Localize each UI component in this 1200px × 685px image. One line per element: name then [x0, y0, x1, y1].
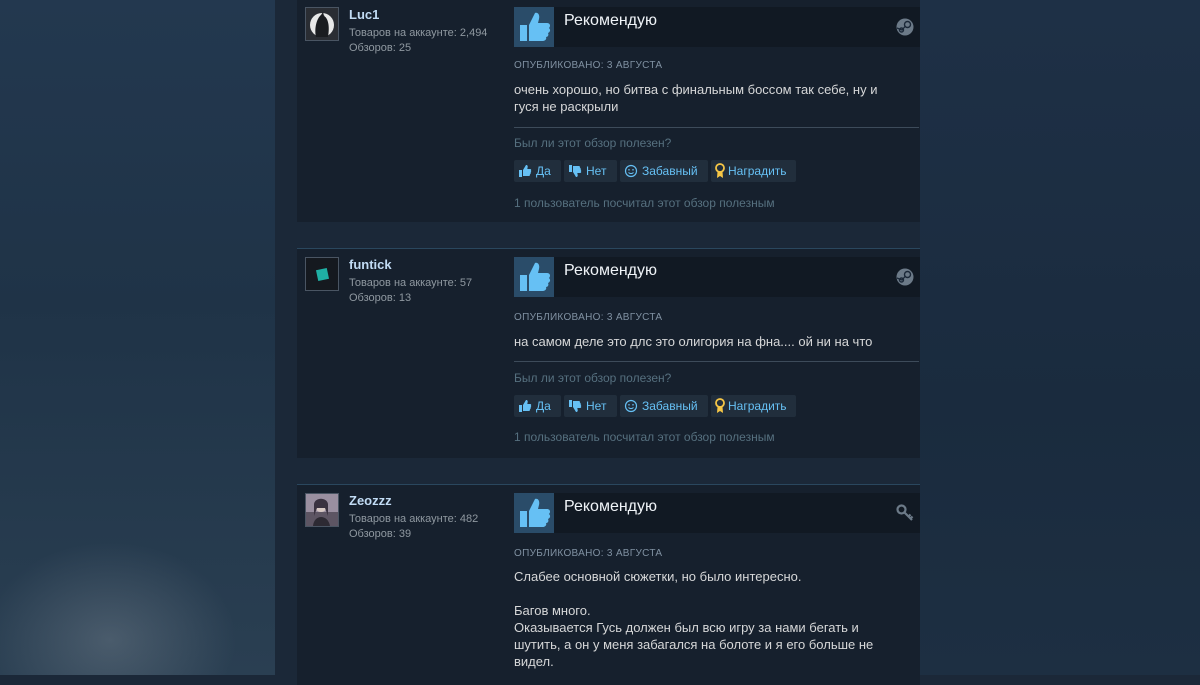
- thumb-up-icon: [519, 400, 532, 412]
- divider: [514, 361, 919, 362]
- author-name[interactable]: Luc1: [349, 7, 379, 22]
- page-background-left: [0, 0, 275, 675]
- author-name[interactable]: funtick: [349, 257, 392, 272]
- avatar[interactable]: [305, 257, 339, 291]
- helpful-count: 1 пользователь посчитал этот обзор полез…: [514, 196, 775, 210]
- vote-header[interactable]: Рекомендую: [514, 257, 920, 297]
- award-button[interactable]: Наградить: [711, 395, 796, 417]
- steam-icon: [896, 18, 914, 36]
- vote-funny-button[interactable]: Забавный: [620, 160, 708, 182]
- review-text: на самом деле это длс это олигория на фн…: [514, 333, 904, 350]
- steam-icon: [896, 268, 914, 286]
- reviews-count[interactable]: Обзоров: 39: [349, 527, 478, 542]
- thumb-up-icon: [519, 165, 532, 177]
- author-stats: Товаров на аккаунте: 2,494 Обзоров: 25: [349, 26, 487, 56]
- smiley-icon: [624, 399, 638, 413]
- review-paragraph: очень хорошо, но битва с финальным боссо…: [514, 82, 878, 114]
- vote-header[interactable]: Рекомендую: [514, 7, 920, 47]
- review-text: очень хорошо, но битва с финальным боссо…: [514, 81, 904, 115]
- vote-yes-button[interactable]: Да: [514, 160, 561, 182]
- avatar-image: [306, 494, 338, 526]
- award-icon: [715, 398, 725, 413]
- thumb-down-icon: [569, 400, 582, 412]
- award-label: Наградить: [728, 164, 787, 178]
- avatar[interactable]: [305, 7, 339, 41]
- review-paragraph: Багов много.: [514, 603, 591, 618]
- vote-no-button[interactable]: Нет: [564, 160, 617, 182]
- posted-date: ОПУБЛИКОВАНО: 3 АВГУСТА: [514, 60, 663, 71]
- verdict-title: Рекомендую: [564, 12, 658, 29]
- award-button[interactable]: Наградить: [711, 160, 796, 182]
- thumb-up-icon: [514, 493, 554, 533]
- avatar[interactable]: [305, 493, 339, 527]
- author-name[interactable]: Zeozzz: [349, 493, 392, 508]
- review-card: funtick Товаров на аккаунте: 57 Обзоров:…: [297, 248, 920, 458]
- verdict-title: Рекомендую: [564, 262, 658, 279]
- award-icon: [715, 163, 725, 178]
- helpful-question: Был ли этот обзор полезен?: [514, 371, 672, 385]
- vote-header[interactable]: Рекомендую: [514, 493, 920, 533]
- products-count[interactable]: Товаров на аккаунте: 2,494: [349, 26, 487, 41]
- vote-funny-label: Забавный: [642, 164, 698, 178]
- page-background-right: [920, 0, 1200, 675]
- vote-no-button[interactable]: Нет: [564, 395, 617, 417]
- posted-date: ОПУБЛИКОВАНО: 3 АВГУСТА: [514, 312, 663, 323]
- avatar-image: [306, 8, 338, 40]
- reviews-count[interactable]: Обзоров: 25: [349, 41, 487, 56]
- products-count[interactable]: Товаров на аккаунте: 482: [349, 512, 478, 527]
- verdict-title: Рекомендую: [564, 498, 658, 515]
- posted-date: ОПУБЛИКОВАНО: 3 АВГУСТА: [514, 548, 663, 559]
- vote-no-label: Нет: [586, 164, 607, 178]
- thumb-up-icon: [514, 257, 554, 297]
- review-paragraph: Слабее основной сюжетки, но было интерес…: [514, 569, 802, 584]
- smiley-icon: [624, 164, 638, 178]
- review-card: Luc1 Товаров на аккаунте: 2,494 Обзоров:…: [297, 0, 920, 222]
- vote-yes-label: Да: [536, 164, 551, 178]
- review-paragraph: на самом деле это длс это олигория на фн…: [514, 334, 873, 349]
- award-label: Наградить: [728, 399, 787, 413]
- avatar-image: [306, 258, 338, 290]
- vote-yes-label: Да: [536, 399, 551, 413]
- helpful-question: Был ли этот обзор полезен?: [514, 136, 672, 150]
- thumb-down-icon: [569, 165, 582, 177]
- thumb-up-icon: [514, 7, 554, 47]
- author-stats: Товаров на аккаунте: 482 Обзоров: 39: [349, 512, 478, 542]
- products-count[interactable]: Товаров на аккаунте: 57: [349, 276, 472, 291]
- vote-funny-label: Забавный: [642, 399, 698, 413]
- reviews-count[interactable]: Обзоров: 13: [349, 291, 472, 306]
- review-card: Zeozzz Товаров на аккаунте: 482 Обзоров:…: [297, 484, 920, 685]
- review-text: Слабее основной сюжетки, но было интерес…: [514, 568, 894, 670]
- vote-funny-button[interactable]: Забавный: [620, 395, 708, 417]
- divider: [514, 127, 919, 128]
- review-paragraph: Оказывается Гусь должен был всю игру за …: [514, 620, 874, 669]
- key-icon: [896, 504, 914, 522]
- vote-yes-button[interactable]: Да: [514, 395, 561, 417]
- helpful-count: 1 пользователь посчитал этот обзор полез…: [514, 430, 775, 444]
- author-stats: Товаров на аккаунте: 57 Обзоров: 13: [349, 276, 472, 306]
- vote-no-label: Нет: [586, 399, 607, 413]
